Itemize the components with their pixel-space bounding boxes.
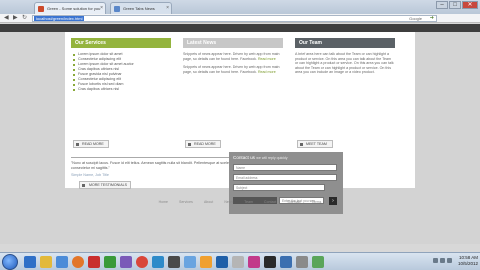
- go-arrow-icon[interactable]: ➜: [430, 16, 434, 21]
- team-heading: Our Team: [295, 38, 395, 48]
- list-item[interactable]: Cras dapibus ultrices nisl: [71, 87, 171, 92]
- app-icon[interactable]: [312, 256, 324, 268]
- app-icon[interactable]: [264, 256, 276, 268]
- close-tab-icon[interactable]: ×: [166, 5, 169, 11]
- footer-link[interactable]: Services: [179, 200, 193, 204]
- system-tray: [433, 258, 452, 263]
- folder-icon[interactable]: [40, 256, 52, 268]
- minimize-button[interactable]: –: [436, 1, 448, 9]
- app-icon[interactable]: [120, 256, 132, 268]
- contact-subtitle: we will reply quickly: [256, 156, 288, 160]
- close-tab-icon[interactable]: ×: [100, 5, 103, 11]
- app-icon[interactable]: [104, 256, 116, 268]
- app-icon[interactable]: [216, 256, 228, 268]
- app-icon[interactable]: [248, 256, 260, 268]
- taskbar: 10:58 AM 10/5/2012: [0, 252, 480, 270]
- footer-link[interactable]: News: [224, 200, 233, 204]
- browser-tab[interactable]: Green Tabs News ×: [110, 2, 172, 14]
- tab-label: Green - Some solution for you: [47, 6, 101, 11]
- read-more-link[interactable]: Read more: [258, 70, 276, 74]
- email-field[interactable]: Email address: [233, 174, 337, 181]
- acrobat-icon[interactable]: [88, 256, 100, 268]
- clock-date: 10/5/2012: [457, 261, 478, 266]
- footer-link[interactable]: Team: [244, 200, 253, 204]
- forward-button[interactable]: ▶: [13, 15, 18, 22]
- footer-link[interactable]: Terms: [312, 200, 322, 204]
- chrome-icon[interactable]: [136, 256, 148, 268]
- services-column: Our Services Lorem ipsum dolor sit amet …: [71, 38, 171, 92]
- reload-button[interactable]: ↻: [22, 15, 27, 22]
- close-window-button[interactable]: ✕: [462, 1, 478, 9]
- app-icon[interactable]: [280, 256, 292, 268]
- favicon-icon: [38, 6, 44, 12]
- browser-tab-active[interactable]: Green - Some solution for you ×: [34, 2, 106, 14]
- volume-icon[interactable]: [440, 258, 445, 263]
- tab-label: Green Tabs News: [123, 6, 155, 11]
- app-icon[interactable]: [168, 256, 180, 268]
- contact-heading: Contact us: [233, 155, 255, 160]
- favicon-icon: [114, 6, 120, 12]
- network-icon[interactable]: [433, 258, 438, 263]
- address-bar[interactable]: localhost/green/index.html Google ➜: [32, 15, 437, 22]
- services-heading: Our Services: [71, 38, 171, 48]
- more-testimonials-button[interactable]: MORE TESTIMONIALS: [79, 181, 131, 189]
- footer-link[interactable]: About: [204, 200, 213, 204]
- media-player-icon[interactable]: [56, 256, 68, 268]
- browser-navbar: ◀ ▶ ↻ localhost/green/index.html Google …: [0, 14, 480, 23]
- url-text[interactable]: localhost/green/index.html: [34, 16, 85, 21]
- services-read-more-button[interactable]: READ MORE: [73, 140, 109, 148]
- contact-form: Contact us we will reply quickly Name Em…: [229, 152, 343, 214]
- search-engine-label[interactable]: Google: [409, 16, 422, 21]
- footer-link[interactable]: Sitemap: [287, 200, 300, 204]
- team-column: Our Team A brief area here can talk abou…: [295, 38, 395, 75]
- footer-link[interactable]: Contact: [264, 200, 276, 204]
- contact-title: Contact us we will reply quickly: [233, 155, 288, 160]
- maximize-button[interactable]: □: [449, 1, 461, 9]
- news-snippet: Snippets of news appear here. Driven by …: [183, 65, 283, 74]
- flag-icon[interactable]: [447, 258, 452, 263]
- app-icon[interactable]: [200, 256, 212, 268]
- firefox-icon[interactable]: [72, 256, 84, 268]
- app-icon[interactable]: [296, 256, 308, 268]
- back-button[interactable]: ◀: [4, 15, 9, 22]
- news-column: Latest News Snippets of news appear here…: [183, 38, 283, 74]
- services-list: Lorem ipsum dolor sit amet Consectetur a…: [71, 52, 171, 92]
- clock[interactable]: 10:58 AM 10/5/2012: [458, 255, 478, 267]
- team-text: A brief area here can talk about the Tea…: [295, 52, 394, 75]
- ie-icon[interactable]: [24, 256, 36, 268]
- start-button[interactable]: [2, 254, 18, 270]
- name-field[interactable]: Name: [233, 164, 337, 171]
- app-icon[interactable]: [184, 256, 196, 268]
- app-icon[interactable]: [232, 256, 244, 268]
- browser-titlebar: Green - Some solution for you × Green Ta…: [0, 0, 480, 14]
- news-heading: Latest News: [183, 38, 283, 48]
- footer-link[interactable]: Home: [159, 200, 168, 204]
- news-read-more-button[interactable]: READ MORE: [185, 140, 221, 148]
- read-more-link[interactable]: Read more: [258, 57, 276, 61]
- meet-team-button[interactable]: MEET TEAM: [297, 140, 333, 148]
- web-page: Our Services Lorem ipsum dolor sit amet …: [0, 24, 480, 244]
- footer-links: Home Services About News Team Contact Si…: [0, 200, 480, 204]
- subject-field[interactable]: Subject: [233, 184, 325, 191]
- news-snippet: Snippets of news appear here. Driven by …: [183, 52, 283, 61]
- header-bar: [0, 24, 480, 32]
- app-icon[interactable]: [152, 256, 164, 268]
